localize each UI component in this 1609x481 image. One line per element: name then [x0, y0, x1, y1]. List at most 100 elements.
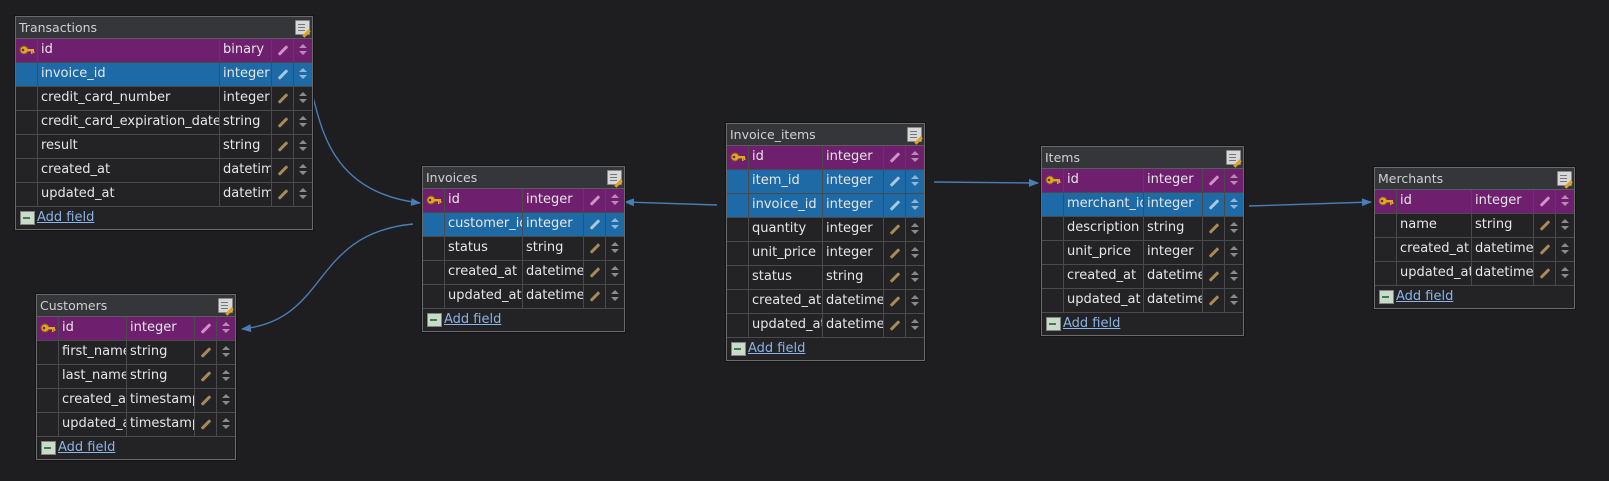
field-row[interactable]: merchant_id integer — [1042, 193, 1243, 217]
field-type[interactable]: datetime — [1144, 289, 1203, 312]
edit-table-icon[interactable] — [1226, 150, 1241, 165]
field-type[interactable]: datetime — [220, 159, 272, 182]
add-field-link[interactable]: Add field — [444, 309, 501, 331]
field-row[interactable]: status string — [423, 237, 624, 261]
pencil-icon[interactable] — [889, 176, 901, 187]
field-row[interactable]: created_atdatetime — [423, 261, 624, 285]
field-type[interactable]: string — [127, 365, 195, 388]
field-name[interactable]: updated_at — [1397, 262, 1472, 285]
relation-transactions-invoices[interactable] — [302, 73, 421, 206]
field-row[interactable]: updated_atdatetime — [727, 314, 924, 338]
field-type[interactable]: datetime — [823, 290, 884, 313]
pencil-icon[interactable] — [1539, 268, 1551, 279]
pencil-icon[interactable] — [1208, 199, 1220, 210]
add-field-link[interactable]: Add field — [1063, 313, 1120, 335]
add-field-icon[interactable] — [20, 211, 35, 225]
field-row[interactable]: updated_atdatetime — [1375, 262, 1574, 286]
pencil-icon[interactable] — [277, 189, 289, 200]
field-row[interactable]: credit_card_number integer — [16, 87, 312, 111]
pencil-icon[interactable] — [200, 323, 212, 334]
field-row[interactable]: created_atdatetime — [16, 159, 312, 183]
pencil-icon[interactable] — [277, 165, 289, 176]
pencil-icon[interactable] — [1208, 247, 1220, 258]
field-name[interactable]: result — [38, 135, 220, 158]
field-type[interactable]: integer — [823, 194, 884, 217]
field-type[interactable]: datetime — [523, 285, 584, 308]
field-type[interactable]: datetime — [823, 314, 884, 337]
table-title-bar[interactable]: Customers — [37, 295, 235, 317]
field-row[interactable]: item_id integer — [727, 170, 924, 194]
pencil-icon[interactable] — [277, 93, 289, 104]
field-type[interactable]: integer — [1144, 193, 1203, 216]
field-type[interactable]: string — [1144, 217, 1203, 240]
table-title-bar[interactable]: Items — [1042, 147, 1243, 169]
relation-invoices-customers[interactable] — [241, 223, 414, 333]
field-type[interactable]: integer — [1144, 169, 1203, 192]
add-field-icon[interactable] — [1046, 317, 1061, 331]
field-row[interactable]: updated_attimestamp — [37, 413, 235, 437]
pencil-icon[interactable] — [1539, 220, 1551, 231]
field-row[interactable]: credit_card_expiration_date string — [16, 111, 312, 135]
field-row[interactable]: name string — [1375, 214, 1574, 238]
pencil-icon[interactable] — [1208, 271, 1220, 282]
pencil-icon[interactable] — [277, 45, 289, 56]
field-row[interactable]: invoice_id integer — [727, 194, 924, 218]
pencil-icon[interactable] — [277, 141, 289, 152]
pencil-icon[interactable] — [589, 243, 601, 254]
field-name[interactable]: id — [749, 146, 823, 169]
field-name[interactable]: item_id — [749, 170, 823, 193]
field-type[interactable]: integer — [823, 218, 884, 241]
field-name[interactable]: invoice_id — [749, 194, 823, 217]
pencil-icon[interactable] — [200, 395, 212, 406]
pencil-icon[interactable] — [889, 296, 901, 307]
field-type[interactable]: integer — [523, 213, 584, 236]
field-row[interactable]: status string — [727, 266, 924, 290]
relation-invoice-items-invoices[interactable] — [624, 198, 718, 207]
field-row[interactable]: customer_id integer — [423, 213, 624, 237]
pencil-icon[interactable] — [589, 291, 601, 302]
edit-table-icon[interactable] — [1557, 171, 1572, 186]
add-field-icon[interactable] — [1379, 290, 1394, 304]
field-name[interactable]: updated_at — [38, 183, 220, 206]
field-row[interactable]: unit_price integer — [727, 242, 924, 266]
field-type[interactable]: integer — [523, 189, 584, 212]
field-row[interactable]: invoice_id integer — [16, 63, 312, 87]
field-row[interactable]: last_name string — [37, 365, 235, 389]
pencil-icon[interactable] — [1539, 196, 1551, 207]
field-row[interactable]: id integer — [423, 189, 624, 213]
field-name[interactable]: last_name — [59, 365, 127, 388]
field-name[interactable]: updated_at — [1064, 289, 1144, 312]
field-name[interactable]: created_at — [445, 261, 523, 284]
field-type[interactable]: string — [127, 341, 195, 364]
field-name[interactable]: id — [38, 39, 220, 62]
edit-table-icon[interactable] — [218, 298, 233, 313]
field-name[interactable]: name — [1397, 214, 1472, 237]
table-title-bar[interactable]: Invoice_items — [727, 124, 924, 146]
add-field-link[interactable]: Add field — [1396, 286, 1453, 308]
edit-table-icon[interactable] — [907, 127, 922, 142]
field-name[interactable]: credit_card_expiration_date — [38, 111, 220, 134]
field-name[interactable]: created_at — [59, 389, 127, 412]
field-name[interactable]: created_at — [749, 290, 823, 313]
pencil-icon[interactable] — [889, 320, 901, 331]
table-items[interactable]: Items id integer merchant_id integer descrip… — [1041, 146, 1244, 336]
field-name[interactable]: quantity — [749, 218, 823, 241]
field-type[interactable]: integer — [823, 242, 884, 265]
field-type[interactable]: string — [220, 135, 272, 158]
pencil-icon[interactable] — [200, 347, 212, 358]
field-type[interactable]: integer — [220, 63, 272, 86]
field-name[interactable]: updated_at — [445, 285, 523, 308]
table-title-bar[interactable]: Merchants — [1375, 168, 1574, 190]
add-field-link[interactable]: Add field — [58, 437, 115, 459]
table-merchants[interactable]: Merchants id integer name string created_at d… — [1374, 167, 1575, 309]
field-name[interactable]: credit_card_number — [38, 87, 220, 110]
field-name[interactable]: id — [59, 317, 127, 340]
field-name[interactable]: created_at — [38, 159, 220, 182]
add-field-icon[interactable] — [731, 342, 746, 356]
pencil-icon[interactable] — [200, 371, 212, 382]
field-type[interactable]: string — [823, 266, 884, 289]
field-type[interactable]: integer — [1472, 190, 1534, 213]
field-row[interactable]: unit_price integer — [1042, 241, 1243, 265]
field-row[interactable]: updated_atdatetime — [16, 183, 312, 207]
pencil-icon[interactable] — [277, 69, 289, 80]
